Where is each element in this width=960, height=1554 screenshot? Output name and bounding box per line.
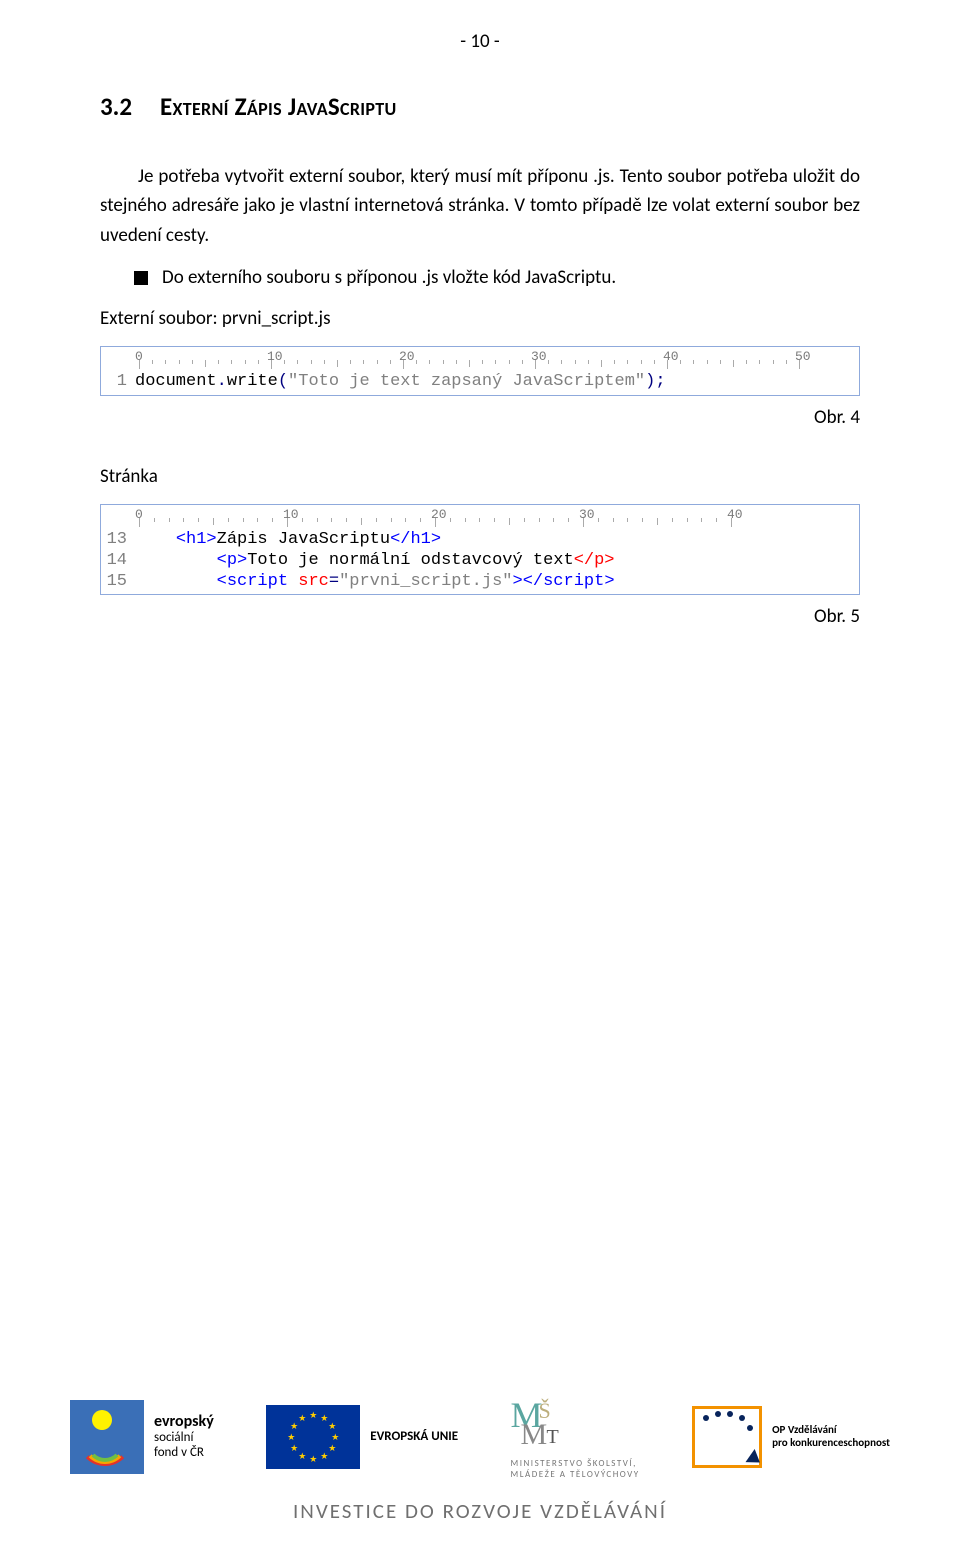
eu-flag-icon: ★★★★★★★★★★★★	[266, 1405, 360, 1469]
footer-logos: evropský sociální fond v ČR ★★★★★★★★★★★★…	[0, 1394, 960, 1525]
page: - 10 - 3.2 Externí Zápis JavaScriptu Je …	[0, 0, 960, 1554]
opvk-text: OP Vzdělávání pro konkurenceschopnost	[772, 1424, 890, 1449]
msmt-text: MINISTERSTVO ŠKOLSTVÍ, MLÁDEŽE A TĚLOVÝC…	[511, 1458, 640, 1481]
code-block-2: 01020304013 <h1>Zápis JavaScriptu</h1>14…	[100, 504, 860, 596]
code-line: 14 <p>Toto je normální odstavcový text</…	[105, 550, 855, 571]
section-heading: 3.2 Externí Zápis JavaScriptu	[100, 91, 860, 122]
code-line: 13 <h1>Zápis JavaScriptu</h1>	[105, 529, 855, 550]
logo-msmt: MŠ MT MINISTERSTVO ŠKOLSTVÍ, MLÁDEŽE A T…	[511, 1394, 640, 1481]
page-section-label: Stránka	[100, 465, 860, 488]
logo-esf: evropský sociální fond v ČR	[70, 1400, 214, 1474]
code-line: 15 <script src="prvni_script.js"></scrip…	[105, 571, 855, 592]
bullet-text: Do externího souboru s příponou .js vlož…	[162, 266, 616, 289]
figure-caption-1: Obr. 4	[100, 406, 860, 429]
logo-opvk: OP Vzdělávání pro konkurenceschopnost	[692, 1406, 890, 1468]
invest-tagline: INVESTICE DO ROZVOJE VZDĚLÁVÁNÍ	[70, 1498, 890, 1524]
code-line: 1document.write("Toto je text zapsaný Ja…	[105, 371, 855, 392]
list-item: Do externího souboru s příponou .js vlož…	[134, 266, 860, 289]
code-block-1: 010203040501document.write("Toto je text…	[100, 346, 860, 395]
msmt-icon: MŠ MT	[511, 1394, 569, 1454]
eu-label: EVROPSKÁ UNIE	[370, 1430, 458, 1444]
paragraph-intro: Je potřeba vytvořit externí soubor, kter…	[100, 162, 860, 250]
opvk-icon	[692, 1406, 762, 1468]
esf-text: evropský sociální fond v ČR	[154, 1413, 214, 1461]
square-bullet-icon	[134, 271, 148, 285]
esf-icon	[70, 1400, 144, 1474]
heading-title: Externí Zápis JavaScriptu	[160, 91, 396, 122]
external-file-label: Externí soubor: prvni_script.js	[100, 307, 860, 330]
heading-number: 3.2	[100, 91, 132, 122]
logo-eu: ★★★★★★★★★★★★ EVROPSKÁ UNIE	[266, 1405, 458, 1469]
page-number: - 10 -	[100, 30, 860, 53]
figure-caption-2: Obr. 5	[100, 605, 860, 628]
